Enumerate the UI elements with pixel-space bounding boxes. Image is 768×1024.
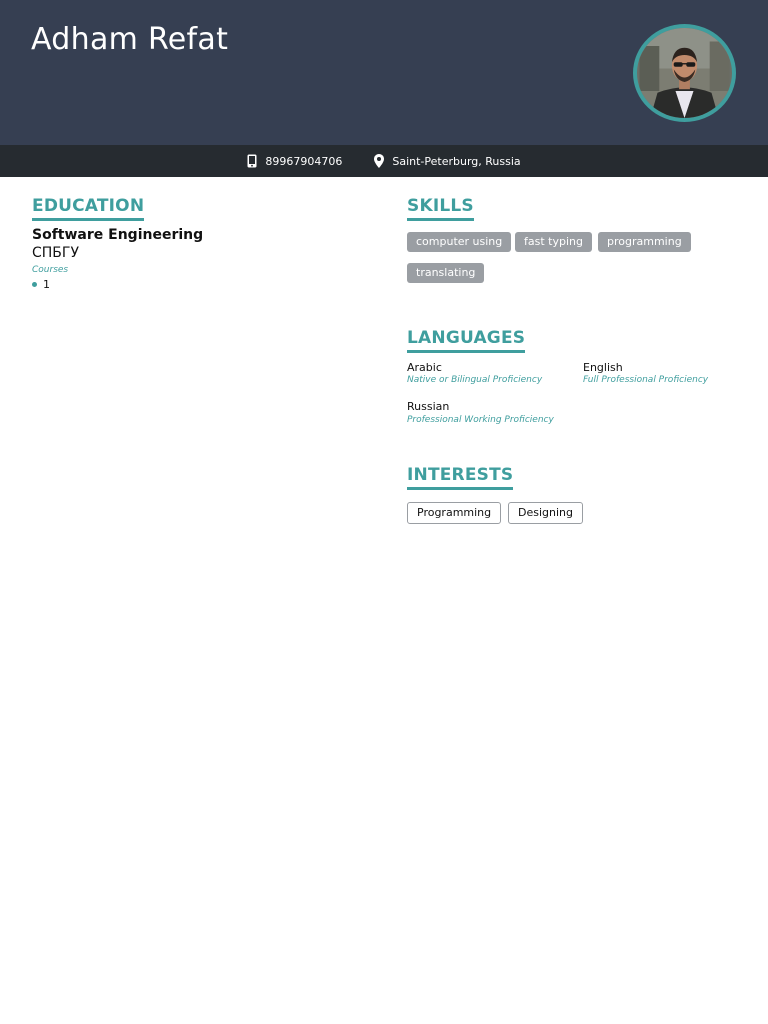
language-level: Full Professional Proficiency xyxy=(583,375,709,385)
phone-icon xyxy=(247,154,257,168)
skill-tag: translating xyxy=(407,263,485,283)
profile-photo-image xyxy=(639,28,730,118)
language-name: Russian xyxy=(407,400,450,413)
courses-label: Courses xyxy=(32,265,69,275)
language-name: English xyxy=(583,361,623,374)
language-name: Arabic xyxy=(407,361,442,374)
languages-title: LANGUAGES xyxy=(407,327,526,353)
education-degree: Software Engineering xyxy=(32,227,204,243)
course-text: 1 xyxy=(43,278,50,291)
person-name: Adham Refat xyxy=(31,22,229,57)
language-level: Native or Bilingual Proficiency xyxy=(407,375,543,385)
course-list-item: 1 xyxy=(32,278,50,291)
contact-bar: 89967904706 Saint-Peterburg, Russia xyxy=(0,145,768,177)
skill-tag: programming xyxy=(598,232,691,252)
bullet-icon xyxy=(32,282,37,287)
education-school: СПБГУ xyxy=(32,245,79,261)
phone-number: 89967904706 xyxy=(265,154,343,168)
language-level: Professional Working Proficiency xyxy=(407,415,554,425)
interest-tag: Programming xyxy=(407,502,502,524)
resume-header: Adham Refat xyxy=(0,0,768,145)
contact-phone[interactable]: 89967904706 xyxy=(247,154,342,168)
location-text: Saint-Peterburg, Russia xyxy=(392,154,521,168)
education-title: EDUCATION xyxy=(32,195,145,221)
profile-photo xyxy=(633,24,736,122)
skill-tag: computer using xyxy=(407,232,512,252)
interest-tag: Designing xyxy=(508,502,583,524)
interests-title: INTERESTS xyxy=(407,464,514,490)
skill-tag: fast typing xyxy=(515,232,592,252)
skills-title: SKILLS xyxy=(407,195,474,221)
location-pin-icon xyxy=(374,154,385,168)
contact-location: Saint-Peterburg, Russia xyxy=(374,154,521,168)
